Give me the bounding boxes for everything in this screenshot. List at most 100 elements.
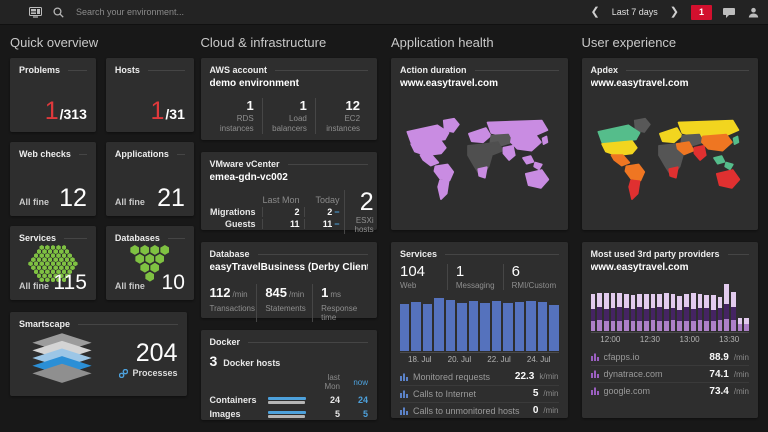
menu-icon[interactable] xyxy=(8,5,19,19)
web-checks-status: All fine xyxy=(19,197,49,207)
tile-smartscape[interactable]: Smartscape 204 Processes xyxy=(10,312,187,396)
vmware-vcenter-name: emea-gdn-vc002 xyxy=(210,172,369,183)
services-status: All fine xyxy=(19,281,49,291)
tile-title-databases: Databases xyxy=(115,233,160,243)
dashboard-icon[interactable] xyxy=(28,5,42,19)
action-duration-app: www.easytravel.com xyxy=(400,78,559,89)
time-prev-icon[interactable]: ❮ xyxy=(589,7,602,18)
vmware-table: Last Mon Today Migrations 2 2− Guests 11… xyxy=(210,195,344,229)
web-checks-count: 12 xyxy=(59,184,87,213)
tile-applications[interactable]: Applications All fine 21 xyxy=(106,142,194,216)
search-icon xyxy=(51,5,65,19)
tile-problems[interactable]: Problems 1/313 xyxy=(10,58,96,132)
tile-docker[interactable]: Docker 3 Docker hosts last Mon now Conta… xyxy=(201,330,378,420)
time-range-selector[interactable]: Last 7 days xyxy=(612,7,658,17)
dashboard-content: Quick overview Problems 1/313 Hosts 1/31… xyxy=(0,25,768,420)
trend-flat-icon: − xyxy=(334,207,339,217)
mini-bar-chart-icon xyxy=(591,387,599,395)
tile-title-services-chart: Services xyxy=(400,249,437,259)
action-duration-world-map xyxy=(400,99,559,217)
aws-environment-name: demo environment xyxy=(210,78,369,89)
docker-images-bar xyxy=(268,411,307,418)
time-next-icon[interactable]: ❯ xyxy=(668,7,681,18)
tile-apdex[interactable]: Apdex www.easytravel.com xyxy=(582,58,759,230)
applications-status: All fine xyxy=(115,197,145,207)
vmware-col-last-mon: Last Mon xyxy=(262,195,304,205)
vmware-row-guests: Guests xyxy=(210,219,262,229)
tile-aws-account[interactable]: AWS account demo environment 1 RDS insta… xyxy=(201,58,378,140)
services-metric-messaging: 1 Messaging xyxy=(447,264,503,290)
tile-databases-overview[interactable]: Databases All fine 10 xyxy=(106,226,194,300)
db-metric-transactions: 112/min Transactions xyxy=(210,284,257,322)
vmware-col-today: Today xyxy=(304,195,344,205)
chat-icon[interactable] xyxy=(722,5,736,19)
user-icon[interactable] xyxy=(746,5,760,19)
tile-services-chart[interactable]: Services 104 Web 1 Messaging 6 RMI/Custo… xyxy=(391,242,568,418)
database-name: easyTravelBusiness (Derby Client) xyxy=(210,262,369,273)
tile-web-checks[interactable]: Web checks All fine 12 xyxy=(10,142,96,216)
section-title-user-experience: User experience xyxy=(582,35,759,50)
vmware-esxi-hosts: 2 ESXi hosts xyxy=(344,190,374,234)
hosts-count: 1/31 xyxy=(151,97,185,126)
docker-containers-bar xyxy=(268,397,307,404)
mini-bar-chart-icon xyxy=(591,353,599,361)
footer-row-google: google.com 73.4/min xyxy=(591,382,750,399)
services-count: 115 xyxy=(53,271,86,295)
search-input[interactable] xyxy=(74,6,298,18)
tile-title-aws: AWS account xyxy=(210,65,268,75)
docker-header-row: last Mon now xyxy=(210,373,369,391)
services-bar-chart xyxy=(400,297,559,353)
tile-services-overview[interactable]: Services All fine 115 xyxy=(10,226,96,300)
tile-title-providers: Most used 3rd party providers xyxy=(591,249,720,259)
tile-title-applications: Applications xyxy=(115,149,169,159)
databases-status: All fine xyxy=(115,281,145,291)
tile-title-docker: Docker xyxy=(210,337,241,347)
tile-title-database: Database xyxy=(210,249,250,259)
aws-metric-ec2: 12 EC2 instances xyxy=(315,98,368,134)
docker-hosts: 3 Docker hosts xyxy=(210,353,369,369)
providers-footer: cfapps.io 88.9/min dynatrace.com 74.1/mi… xyxy=(591,349,750,399)
smartscape-processes-link[interactable]: Processes xyxy=(119,368,177,378)
tile-title-smartscape: Smartscape xyxy=(19,319,70,329)
tile-database[interactable]: Database easyTravelBusiness (Derby Clien… xyxy=(201,242,378,318)
tile-action-duration[interactable]: Action duration www.easytravel.com xyxy=(391,58,568,230)
aws-metric-rds: 1 RDS instances xyxy=(210,98,262,134)
trend-flat-icon: − xyxy=(334,219,339,229)
docker-row-containers: Containers 24 24 xyxy=(210,395,369,405)
section-title-cloud: Cloud & infrastructure xyxy=(201,35,378,50)
providers-app: www.easytravel.com xyxy=(591,262,750,273)
problems-count: 1/313 xyxy=(45,97,87,126)
mini-bar-chart-icon xyxy=(400,373,408,381)
smartscape-process-count: 204 xyxy=(119,340,177,366)
mini-bar-chart-icon xyxy=(400,407,408,415)
databases-count: 10 xyxy=(162,271,185,295)
docker-col-last-mon: last Mon xyxy=(312,373,340,391)
tile-title-hosts: Hosts xyxy=(115,65,140,75)
footer-row-cfapps: cfapps.io 88.9/min xyxy=(591,349,750,365)
section-title-app-health: Application health xyxy=(391,35,568,50)
tile-title-action-duration: Action duration xyxy=(400,65,467,75)
tile-title-apdex: Apdex xyxy=(591,65,619,75)
db-metric-statements: 845/min Statements xyxy=(256,284,312,322)
vmware-row-migrations: Migrations xyxy=(210,207,262,217)
tile-title-web-checks: Web checks xyxy=(19,149,71,159)
mini-bar-chart-icon xyxy=(591,370,599,378)
tile-hosts[interactable]: Hosts 1/31 xyxy=(106,58,194,132)
section-title-quick-overview: Quick overview xyxy=(10,35,187,50)
column-application-health: Application health Action duration www.e… xyxy=(391,29,568,420)
footer-row-dynatrace: dynatrace.com 74.1/min xyxy=(591,365,750,382)
applications-count: 21 xyxy=(157,184,185,213)
footer-row-calls-internet: Calls to Internet 5/min xyxy=(400,385,559,402)
apdex-app: www.easytravel.com xyxy=(591,78,750,89)
footer-row-monitored-requests: Monitored requests 22.3k/min xyxy=(400,369,559,385)
process-icon xyxy=(119,369,128,378)
problems-badge[interactable]: 1 xyxy=(691,5,712,20)
tile-third-party-providers[interactable]: Most used 3rd party providers www.easytr… xyxy=(582,242,759,418)
tile-title-services: Services xyxy=(19,233,56,243)
mini-bar-chart-icon xyxy=(400,390,408,398)
column-user-experience: User experience Apdex www.easytravel.com… xyxy=(582,29,759,420)
tile-vmware-vcenter[interactable]: VMware vCenter emea-gdn-vc002 Last Mon T… xyxy=(201,152,378,230)
services-chart-x-axis: 18. Jul20. Jul22. Jul24. Jul xyxy=(400,353,559,364)
tile-title-vmware: VMware vCenter xyxy=(210,159,280,169)
providers-chart-x-axis: 12:0012:3013:0013:30 xyxy=(591,333,750,344)
